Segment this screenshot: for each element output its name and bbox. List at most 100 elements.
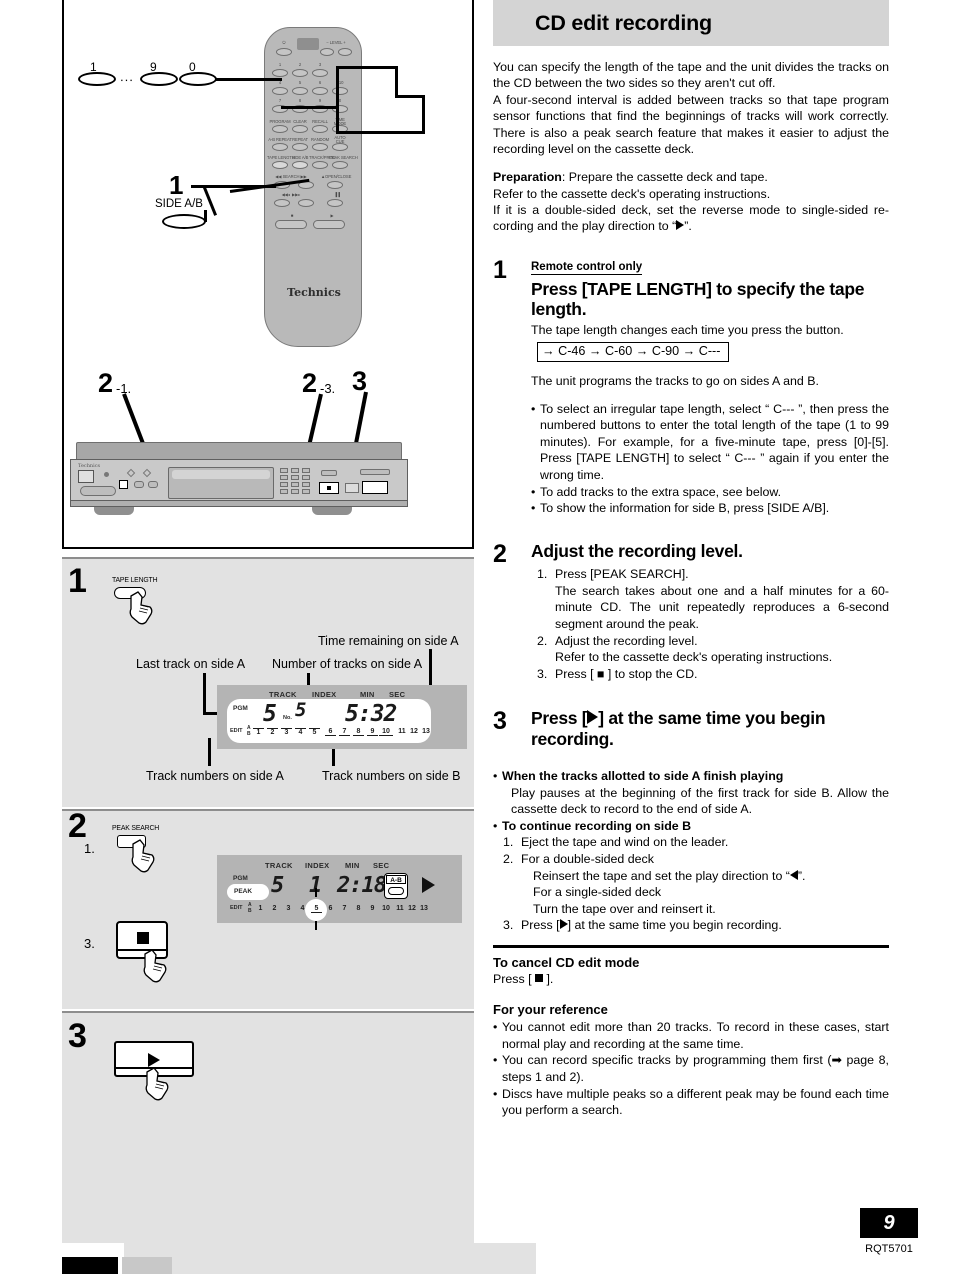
panel1-step-number: 1 [68,562,87,600]
remote-key-5[interactable] [292,87,308,95]
remote-skip-back-button[interactable] [274,199,290,207]
step-2-item-3: 3. Press [ ■ ] to stop the CD. [537,666,698,681]
remote-stop-button[interactable] [275,220,307,229]
player-button-b[interactable] [148,481,158,488]
step-1-sub: The tape length changes each time you pr… [531,323,844,338]
repeat-label: REPEAT [292,137,308,142]
step-3-block: 3 Press [] at the same time you begin re… [493,708,889,749]
player-stop-button[interactable] [319,482,339,494]
intro-paragraph-1: You can specify the length of the tape a… [493,60,889,91]
remote-key-1[interactable] [272,69,288,77]
step-3-heading-pre: Press [ [531,708,588,729]
remote-auto-cue-button[interactable] [332,143,348,151]
note-item-3: 3. Press [] at the same time you begin r… [503,918,782,933]
recall-label: RECALL [312,119,328,124]
preparation-line1: : Prepare the cassette deck and tape. [561,170,768,185]
note-bullet-1: • When the tracks allotted to side A fin… [493,768,784,783]
pointing-finger-icon-2 [131,839,155,873]
bottom-tab-marker-active [62,1257,118,1274]
remote-skip-fwd-button[interactable] [298,199,314,207]
level-down-button[interactable] [320,48,334,56]
callout-tracks-side-a: Track numbers on side A [146,769,284,783]
step-2-heading: Adjust the recording level. [531,540,743,561]
disp1-edit-b: B [247,731,251,737]
remote-tape-length-button[interactable] [272,161,288,169]
player-display-strip [172,470,270,479]
player-foot-left [94,507,134,515]
disp2-track-6: 6 [328,905,333,912]
remote-power-button[interactable] [276,48,292,56]
section-divider [493,945,889,949]
side-ab-label-remote: SIDE A/B [291,155,309,160]
keypad-bracket-bottom [336,131,425,134]
note-item-2-sub-2: For a single-sided deck [533,885,662,900]
remote-key-6[interactable] [312,87,328,95]
step-2-item-1-note: The search takes about one and a half mi… [555,583,889,631]
step-3-number: 3 [493,707,507,736]
disp1-hdr-sec: SEC [389,690,406,699]
remote-open-close-button[interactable] [327,181,343,189]
track-prog-label: TRACK/PROG [309,155,336,160]
bullet-dot-icon: • [493,818,498,833]
note-item-1: 1. Eject the tape and wind on the leader… [503,835,729,850]
player-button-a[interactable] [134,481,144,488]
step-2-item-2: 2. Adjust the recording level. [537,633,698,648]
disp2-hdr-min: MIN [345,861,360,870]
leader-tracks-a [208,738,211,766]
remote-peak-search-button[interactable] [332,161,348,169]
disp2-edit-b: B [248,908,252,914]
remote-ab-repeat-button[interactable] [272,143,288,151]
remote-key-2[interactable] [292,69,308,77]
panel3-step-number: 3 [68,1017,87,1055]
player-pause-button[interactable] [345,483,359,493]
remote-key-3[interactable] [312,69,328,77]
disp1-hdr-index: INDEX [312,690,337,699]
remote-side-ab-button[interactable] [292,161,308,169]
remote-random-button[interactable] [312,143,328,151]
remote-body: ⏻ − LEVEL + 1 2 3 4 5 6 ≥10 7 8 9 0 PROG… [264,27,362,347]
player-skip-buttons[interactable] [360,469,390,475]
disp1-track-8: 8 [353,728,364,736]
keypad-bracket-left [336,66,339,134]
remote-control-illustration: ⏻ − LEVEL + 1 2 3 4 5 6 ≥10 7 8 9 0 PROG… [62,0,474,549]
remote-key-4[interactable] [272,87,288,95]
remote-play-button[interactable] [313,220,345,229]
leader-last-track-v [203,673,206,715]
remote-pause-button[interactable] [327,199,343,207]
player-keypad[interactable] [280,468,312,494]
disp1-track-13: 13 [422,728,430,735]
disp1-hdr-track: TRACK [269,690,297,699]
player-power-button[interactable] [78,470,94,483]
keypad-bracket-top [336,66,398,69]
remote-repeat-button[interactable] [292,143,308,151]
remote-recall-button[interactable] [312,125,328,133]
disp2-repeat-loop-icon [388,887,404,895]
compact-disc-logo [297,38,319,50]
panel1-display-lcd: PGM 5 No. 5 5:32 EDIT A B 1 2 3 4 5 6 7 … [227,699,431,743]
play-triangle-icon [148,1053,160,1067]
bottom-tab-background [124,1243,536,1274]
player-play-button[interactable] [362,481,388,494]
disp1-track-6: 6 [325,728,336,736]
bullet-dot-icon: • [493,1053,498,1068]
callout-tracks-side-b: Track numbers on side B [322,769,461,783]
remote-track-prog-button[interactable] [312,161,328,169]
side-ab-callout-label: SIDE A/B [155,198,203,210]
remote-key-plus10[interactable] [332,87,348,95]
disp1-track-4: 4 [295,728,306,736]
step-1-illustration-panel: 1 TAPE LENGTH Time remaining on side A L… [62,557,474,807]
level-up-button[interactable] [338,48,352,56]
left-illustration-column: ⏻ − LEVEL + 1 2 3 4 5 6 ≥10 7 8 9 0 PROG… [62,0,536,1274]
bottom-tab-marker-inactive [122,1257,172,1274]
manual-page: ⏻ − LEVEL + 1 2 3 4 5 6 ≥10 7 8 9 0 PROG… [0,0,954,1274]
player-peak-search-button[interactable] [119,480,128,489]
notes-block: • When the tracks allotted to side A fin… [493,768,889,934]
remote-clear-button[interactable] [292,125,308,133]
disp2-blink-ray-bottom [315,921,317,930]
remote-program-button[interactable] [272,125,288,133]
bullet-dot-icon: • [531,484,536,499]
bullet-dot-icon: • [531,501,536,516]
player-open-close-button[interactable] [321,470,337,476]
player-indicator-dot [104,472,109,477]
disp1-track-10: 10 [379,728,393,736]
